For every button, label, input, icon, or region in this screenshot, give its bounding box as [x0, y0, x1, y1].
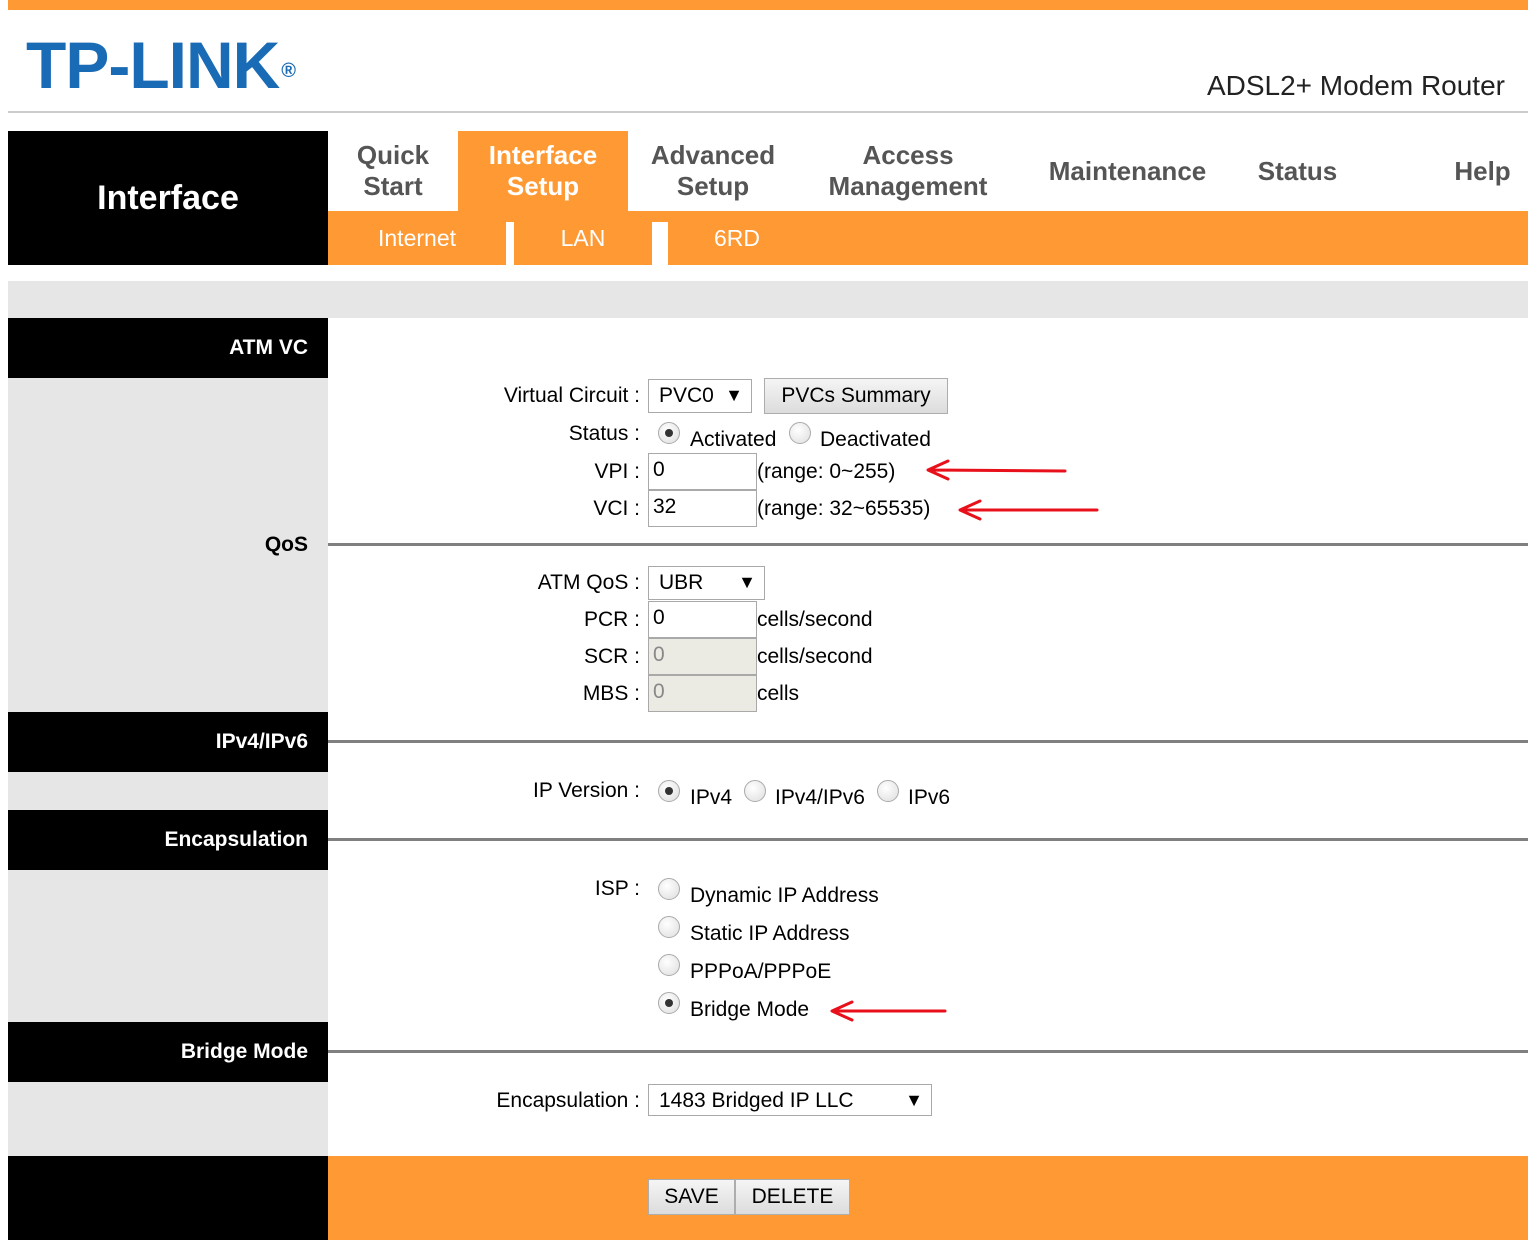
status-deactivated-radio[interactable] — [789, 422, 811, 444]
isp-pppoa-pppoe-radio[interactable] — [658, 954, 680, 976]
scr-label: SCR : — [583, 645, 640, 668]
nav-status[interactable]: Status — [1240, 131, 1355, 211]
annotation-arrow-icon — [926, 459, 1067, 481]
isp-label: ISP : — [594, 877, 640, 900]
nav-maintenance[interactable]: Maintenance — [1030, 131, 1225, 211]
section-ipv4-ipv6: IPv4/IPv6 — [8, 712, 328, 772]
registered-mark: ® — [281, 60, 296, 82]
section-bridge-mode: Bridge Mode — [8, 1022, 328, 1082]
dropdown-arrow-icon: ▼ — [905, 1090, 923, 1110]
select-value: 1483 Bridged IP LLC — [659, 1089, 854, 1112]
status-label: Status : — [568, 422, 640, 445]
isp-dynamic-ip-label: Dynamic IP Address — [690, 884, 879, 907]
dropdown-arrow-icon: ▼ — [725, 385, 743, 405]
annotation-arrow-icon — [830, 1000, 947, 1022]
ipv4-radio[interactable] — [658, 780, 680, 802]
save-button[interactable]: SAVE — [648, 1179, 735, 1215]
nav-label: Start — [363, 171, 423, 201]
section-divider — [328, 740, 1528, 743]
ipv4-ipv6-radio[interactable] — [744, 780, 766, 802]
nav-quick-start[interactable]: Quick Start — [328, 131, 458, 211]
nav-label: Interface — [488, 140, 598, 170]
virtual-circuit-select[interactable]: PVC0 ▼ — [648, 379, 752, 413]
scr-input: 0 — [648, 638, 757, 675]
vci-range: (range: 32~65535) — [757, 497, 931, 520]
ipv6-label: IPv6 — [908, 786, 951, 809]
footer-bar — [328, 1156, 1528, 1240]
select-value: PVC0 — [659, 384, 714, 407]
mbs-label: MBS : — [582, 682, 640, 705]
pcr-unit: cells/second — [757, 608, 873, 631]
subnav-6rd[interactable]: 6RD — [668, 211, 806, 265]
vci-input[interactable]: 32 — [648, 490, 757, 527]
nav-label: Access — [862, 140, 954, 170]
top-accent-bar — [8, 0, 1528, 10]
section-divider — [328, 838, 1528, 841]
brand-text: TP-LINK — [26, 28, 280, 102]
subnav-internet[interactable]: Internet — [328, 211, 506, 265]
nav-label: Setup — [506, 171, 580, 201]
isp-static-ip-label: Static IP Address — [690, 922, 850, 945]
pcr-label: PCR : — [583, 608, 640, 631]
vpi-input[interactable]: 0 — [648, 453, 757, 490]
isp-pppoa-pppoe-label: PPPoA/PPPoE — [690, 960, 832, 983]
mbs-unit: cells — [757, 682, 800, 705]
pvcs-summary-button[interactable]: PVCs Summary — [764, 378, 948, 414]
dropdown-arrow-icon: ▼ — [738, 572, 756, 592]
virtual-circuit-label: Virtual Circuit : — [503, 384, 640, 407]
annotation-arrow-icon — [958, 499, 1099, 521]
nav-help[interactable]: Help — [1440, 131, 1525, 211]
select-value: UBR — [659, 571, 704, 594]
atm-qos-select[interactable]: UBR ▼ — [648, 566, 765, 600]
nav-label: Quick — [356, 140, 430, 170]
nav-access-management[interactable]: Access Management — [808, 131, 1008, 211]
section-divider — [328, 1050, 1528, 1053]
delete-button[interactable]: DELETE — [735, 1179, 850, 1215]
pcr-input[interactable]: 0 — [648, 601, 757, 638]
section-divider — [328, 543, 1528, 546]
nav-label: Setup — [676, 171, 750, 201]
nav-advanced-setup[interactable]: Advanced Setup — [628, 131, 798, 211]
subnav-lan[interactable]: LAN — [514, 211, 652, 265]
isp-bridge-mode-radio[interactable] — [658, 992, 680, 1014]
ipv6-radio[interactable] — [877, 780, 899, 802]
encapsulation-select[interactable]: 1483 Bridged IP LLC ▼ — [648, 1084, 932, 1116]
mbs-input: 0 — [648, 675, 757, 712]
nav-label: Management — [828, 171, 988, 201]
vpi-range: (range: 0~255) — [757, 460, 896, 483]
status-deactivated-label: Deactivated — [820, 428, 931, 451]
ipv4-label: IPv4 — [690, 786, 733, 809]
status-activated-radio[interactable] — [658, 422, 680, 444]
vpi-label: VPI : — [594, 460, 640, 483]
atm-qos-label: ATM QoS : — [537, 571, 640, 594]
model-name: ADSL2+ Modem Router — [1206, 70, 1505, 101]
subnav-separator — [506, 222, 514, 265]
nav-interface-setup[interactable]: Interface Setup — [458, 131, 628, 211]
section-qos: QoS — [264, 533, 308, 556]
content-top-strip — [8, 281, 1528, 318]
nav-label: Advanced — [650, 140, 776, 170]
vci-label: VCI : — [593, 497, 640, 520]
isp-bridge-mode-label: Bridge Mode — [690, 998, 810, 1021]
subnav-separator — [652, 222, 668, 265]
isp-dynamic-ip-radio[interactable] — [658, 878, 680, 900]
section-atm-vc: ATM VC — [8, 318, 328, 378]
ipv4-ipv6-label: IPv4/IPv6 — [775, 786, 865, 809]
tp-link-logo: TP-LINK ® — [26, 32, 296, 98]
status-activated-label: Activated — [690, 428, 777, 451]
section-encapsulation: Encapsulation — [8, 810, 328, 870]
sidebar-title: Interface — [8, 131, 328, 265]
header-divider — [8, 111, 1528, 113]
scr-unit: cells/second — [757, 645, 873, 668]
ip-version-label: IP Version : — [532, 779, 640, 802]
encapsulation-label: Encapsulation : — [496, 1089, 640, 1112]
isp-static-ip-radio[interactable] — [658, 916, 680, 938]
footer-left-panel — [8, 1156, 328, 1240]
